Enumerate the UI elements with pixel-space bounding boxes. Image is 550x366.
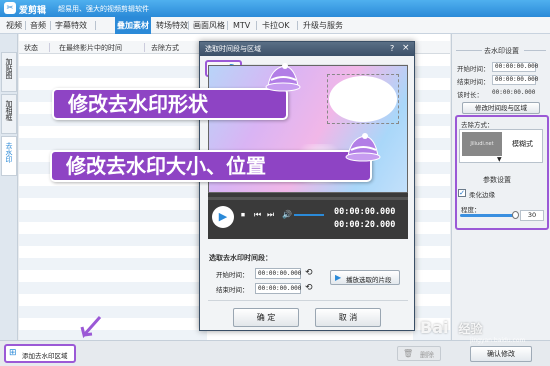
pointer-arrow-icon bbox=[80, 316, 102, 339]
play-selected-clip-button[interactable]: ▶ 播放选取的片段 bbox=[330, 270, 400, 285]
volume-icon[interactable]: 🔊 bbox=[282, 210, 292, 219]
select-time-section-title: 选取去水印时间段： bbox=[209, 254, 272, 262]
start-time-label: 开始时间： bbox=[457, 65, 490, 73]
dialog-title: 选取时间段与区域 bbox=[205, 45, 261, 53]
app-name: 爱剪辑 bbox=[19, 6, 47, 16]
tab-add-frame[interactable]: 加相框 bbox=[1, 94, 17, 134]
tab-label: 去水印 bbox=[5, 142, 13, 163]
end-time-label: 结束时间： bbox=[457, 78, 490, 86]
bottom-bar: ⊞ 添加去水印区域 🗑 删除 确认修改 bbox=[0, 340, 550, 366]
annotation-banner-size-position: 修改去水印大小、位置 bbox=[50, 150, 372, 182]
removal-method-select[interactable]: Jiliudi.net 模糊式 ▼ bbox=[459, 129, 543, 163]
menu-bar: 视频 音频 字幕特效 叠加素材 转场特效 画面风格 MTV 卡拉OK 升级与服务 bbox=[0, 17, 550, 34]
tab-add-sticker[interactable]: 加贴图 bbox=[1, 52, 17, 92]
menu-video[interactable]: 视频 bbox=[6, 17, 22, 34]
end-time-field[interactable]: 00:00:00.000 bbox=[492, 75, 538, 85]
parameter-settings-title: 参数设置 bbox=[483, 176, 511, 184]
trash-icon: 🗑 bbox=[403, 349, 414, 358]
level-slider-handle[interactable] bbox=[512, 211, 519, 219]
hat-decoration-icon bbox=[345, 133, 381, 162]
menu-upgrade-service[interactable]: 升级与服务 bbox=[303, 17, 343, 34]
dialog-start-time-field[interactable]: 00:00:00.000 bbox=[255, 268, 301, 279]
column-time-in-movie[interactable]: 在最终影片中的时间 bbox=[59, 43, 122, 53]
menu-picture-style[interactable]: 画面风格 bbox=[193, 17, 225, 34]
video-player-controls: ▶ ⏹ ⏮ ⏭ 🔊 00:00:00.000 00:00:20.000 bbox=[208, 193, 408, 239]
blur-preview-image: Jiliudi.net bbox=[462, 132, 502, 156]
level-value-field[interactable]: 30 bbox=[520, 210, 544, 221]
app-logo-icon: ✂ bbox=[4, 2, 16, 14]
stop-icon[interactable]: ⏹ bbox=[241, 210, 245, 220]
baidu-watermark: Bai 经验 bbox=[420, 318, 483, 337]
removal-method-value: 模糊式 bbox=[512, 140, 533, 148]
baidu-watermark-url: jingyan.baidu.com bbox=[470, 337, 526, 344]
pick-start-time-icon[interactable]: ⟲ bbox=[305, 268, 313, 278]
title-bar: ✂ 爱剪辑 超易用、强大的视频剪辑软件 bbox=[0, 0, 550, 17]
tab-label: 加相框 bbox=[5, 100, 13, 121]
hat-decoration-icon bbox=[265, 63, 301, 92]
total-time: 00:00:20.000 bbox=[334, 220, 396, 230]
next-frame-icon[interactable]: ⏭ bbox=[267, 210, 274, 220]
duration-label: 该时长： bbox=[457, 91, 483, 99]
level-slider-track[interactable] bbox=[460, 214, 517, 217]
app-slogan: 超易用、强大的视频剪辑软件 bbox=[58, 5, 149, 13]
tab-label: 加贴图 bbox=[5, 58, 13, 79]
blur-preview-text: Jiliudi.net bbox=[470, 141, 494, 147]
add-region-label: 添加去水印区域 bbox=[22, 352, 68, 360]
delete-label: 删除 bbox=[420, 351, 434, 359]
add-region-icon: ⊞ bbox=[9, 348, 17, 358]
menu-audio[interactable]: 音频 bbox=[30, 17, 46, 34]
timeline-track[interactable] bbox=[208, 197, 408, 200]
volume-slider[interactable] bbox=[294, 214, 324, 216]
removal-method-label: 去除方式： bbox=[461, 121, 494, 129]
confirm-modify-button[interactable]: 确认修改 bbox=[470, 346, 532, 362]
pick-end-time-icon[interactable]: ⟲ bbox=[305, 283, 313, 293]
tab-remove-watermark[interactable]: 去水印 bbox=[1, 136, 17, 176]
menu-mtv[interactable]: MTV bbox=[233, 17, 250, 34]
left-tab-bar: 加贴图 加相框 去水印 bbox=[0, 34, 18, 340]
soft-edge-label: 柔化边缘 bbox=[469, 191, 495, 199]
dialog-end-time-field[interactable]: 00:00:00.000 bbox=[255, 283, 301, 294]
baidu-watermark-text2: 经验 bbox=[458, 322, 483, 336]
add-watermark-region-button[interactable]: ⊞ 添加去水印区域 bbox=[4, 344, 76, 363]
chevron-down-icon: ▼ bbox=[497, 156, 502, 163]
dialog-end-label: 结束时间： bbox=[216, 286, 249, 294]
level-label: 程度： bbox=[461, 206, 481, 214]
menu-overlay-material[interactable]: 叠加素材 bbox=[115, 17, 151, 34]
selection-box[interactable] bbox=[327, 74, 399, 124]
dialog-help-icon[interactable]: ? bbox=[390, 44, 394, 53]
column-status[interactable]: 状态 bbox=[24, 43, 38, 53]
play-clip-icon: ▶ bbox=[335, 273, 342, 282]
start-time-field[interactable]: 00:00:00.000 bbox=[492, 62, 538, 72]
menu-subtitle-effects[interactable]: 字幕特效 bbox=[55, 17, 87, 34]
delete-button[interactable]: 🗑 删除 bbox=[397, 346, 441, 361]
prev-frame-icon[interactable]: ⏮ bbox=[254, 210, 261, 220]
dialog-cancel-button[interactable]: 取 消 bbox=[315, 308, 381, 327]
duration-value: 00:00:00.000 bbox=[492, 89, 536, 96]
play-clip-label: 播放选取的片段 bbox=[346, 276, 392, 284]
annotation-banner-shape: 修改去水印形状 bbox=[52, 88, 288, 120]
menu-karaoke[interactable]: 卡拉OK bbox=[262, 17, 290, 34]
menu-transition-effects[interactable]: 转场特效 bbox=[156, 17, 188, 34]
list-rows-right bbox=[413, 54, 450, 340]
dialog-title-bar: 选取时间段与区域 bbox=[200, 42, 414, 56]
dialog-close-icon[interactable]: × bbox=[402, 43, 410, 53]
dialog-ok-button[interactable]: 确 定 bbox=[233, 308, 299, 327]
soft-edge-checkbox[interactable]: ✓ bbox=[458, 189, 466, 197]
play-icon[interactable]: ▶ bbox=[212, 206, 234, 228]
dialog-start-label: 开始时间： bbox=[216, 271, 249, 279]
watermark-settings-title: 去水印设置 bbox=[484, 47, 519, 55]
column-removal-method[interactable]: 去除方式 bbox=[151, 43, 179, 53]
current-time: 00:00:00.000 bbox=[334, 207, 396, 217]
modify-time-region-button[interactable]: 修改时间段与区域 bbox=[462, 102, 540, 114]
select-time-region-dialog: 选取时间段与区域 ? × ▶ ⏹ ⏮ ⏭ 🔊 00:00:00.000 00:0… bbox=[199, 41, 415, 331]
right-settings-panel: 去水印设置 开始时间： 00:00:00.000 结束时间： 00:00:00.… bbox=[451, 34, 550, 340]
baidu-watermark-text: Bai bbox=[420, 318, 449, 337]
